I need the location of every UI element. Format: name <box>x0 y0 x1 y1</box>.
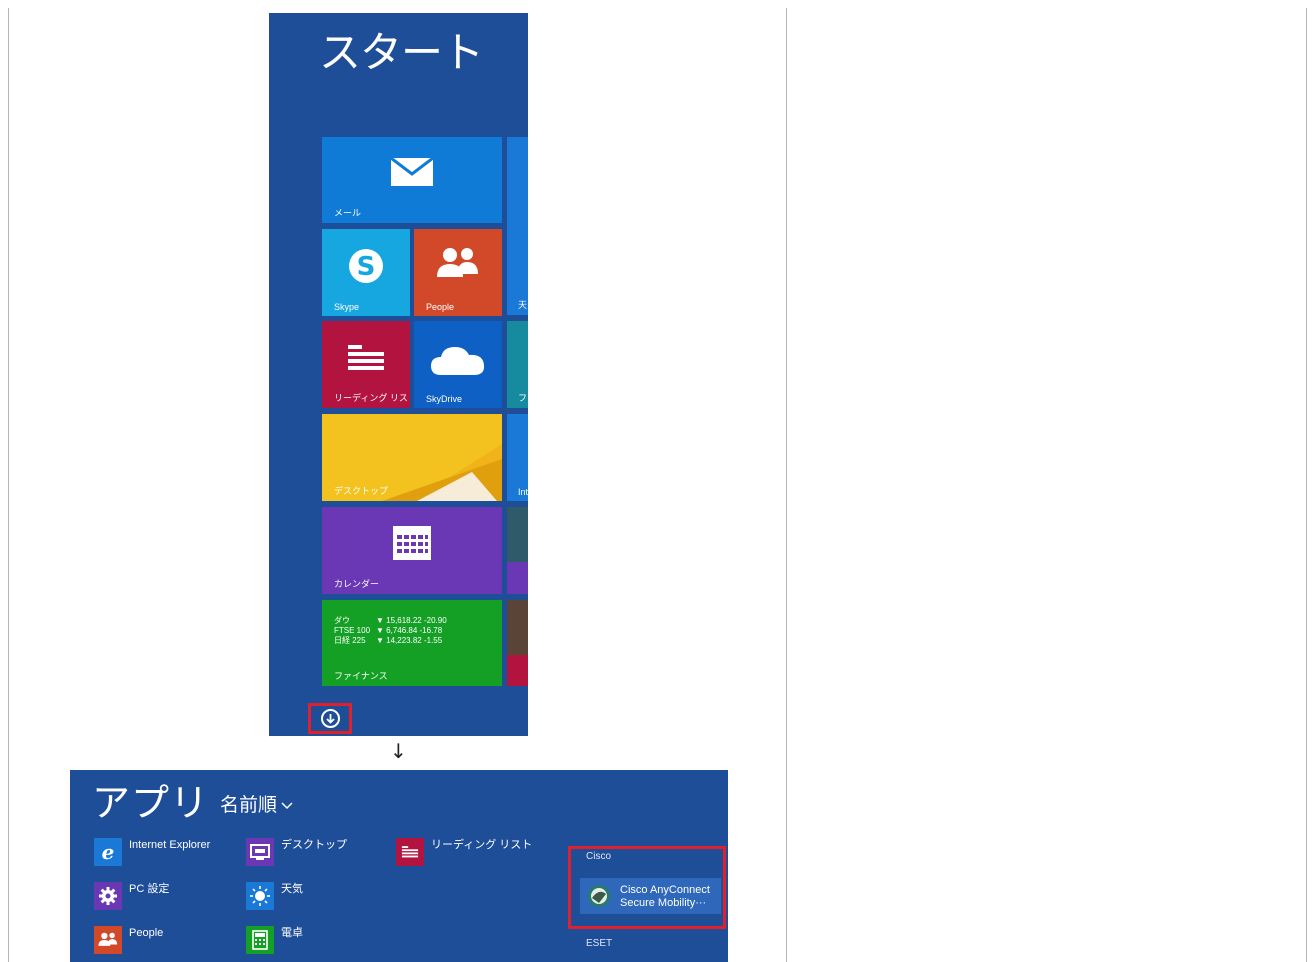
reading-list-icon <box>396 838 424 866</box>
svg-text:S: S <box>357 252 376 282</box>
sort-label: 名前順 <box>220 794 278 816</box>
finance-row-value: ▼ 14,223.82 -1.55 <box>376 636 443 645</box>
tile-desktop[interactable]: デスクトップ <box>322 414 502 501</box>
column-divider-left <box>8 8 9 962</box>
gear-icon <box>94 882 122 910</box>
tile-calendar[interactable]: カレンダー <box>322 507 502 594</box>
app-internet-explorer[interactable]: e Internet Explorer <box>94 838 210 866</box>
tile-people-label: People <box>426 302 455 312</box>
finance-row-value: ▼ 6,746.84 -16.78 <box>376 626 443 635</box>
app-name: リーディング リスト <box>431 839 533 851</box>
cloud-icon <box>414 343 502 377</box>
desktop-icon <box>246 838 274 866</box>
tile-partial-news[interactable] <box>507 600 528 686</box>
tile-mail[interactable]: メール <box>322 137 502 223</box>
transition-arrow: ↓ <box>390 739 407 763</box>
finance-row: ダウ ▼ 15,618.22 -20.90 <box>334 616 447 626</box>
tile-reading-list[interactable]: リーディング リスト <box>322 321 410 408</box>
start-title: スタート <box>319 28 484 77</box>
chevron-down-icon <box>281 793 293 815</box>
tile-partial-photo[interactable] <box>507 507 528 594</box>
finance-row: 日経 225 ▼ 14,223.82 -1.55 <box>334 636 447 646</box>
column-divider-middle <box>786 8 787 962</box>
finance-row-name: FTSE 100 <box>334 626 371 635</box>
app-pc-settings[interactable]: PC 設定 <box>94 882 169 910</box>
group-header-eset: ESET <box>586 938 613 949</box>
ie-icon: e <box>94 838 122 866</box>
app-weather[interactable]: 天気 <box>246 882 303 910</box>
tile-partial-label: 天 <box>518 300 528 310</box>
app-reading-list[interactable]: リーディング リスト <box>396 838 532 866</box>
calendar-icon <box>322 523 502 561</box>
tile-skydrive-label: SkyDrive <box>426 394 463 404</box>
app-people[interactable]: People <box>94 926 163 954</box>
tile-reading-list-label: リーディング リスト <box>334 393 410 403</box>
tile-partial-label: フ <box>518 393 528 403</box>
column-divider-right <box>1306 8 1307 962</box>
tile-desktop-label: デスクトップ <box>334 486 389 496</box>
skype-icon: S <box>322 247 410 285</box>
people-icon <box>94 926 122 954</box>
app-name: 電卓 <box>281 927 303 939</box>
finance-row-name: 日経 225 <box>334 636 366 645</box>
app-name: デスクトップ <box>281 839 347 851</box>
tile-skype[interactable]: S Skype <box>322 229 410 316</box>
finance-row: FTSE 100 ▼ 6,746.84 -16.78 <box>334 626 447 636</box>
app-calculator[interactable]: 電卓 <box>246 926 303 954</box>
apps-title: アプリ <box>92 781 210 825</box>
tile-skydrive[interactable]: SkyDrive <box>414 321 502 408</box>
finance-quotes: ダウ ▼ 15,618.22 -20.90 FTSE 100 ▼ 6,746.84 … <box>334 616 447 646</box>
cisco-highlight-box <box>568 846 726 929</box>
tile-partial-teal[interactable]: フ <box>507 321 528 408</box>
calculator-icon <box>246 926 274 954</box>
start-screen: スタート メール S Skype People リーディング リスト SkyDr… <box>269 13 528 736</box>
news-strip <box>507 655 528 686</box>
tile-people[interactable]: People <box>414 229 502 316</box>
apps-screen: アプリ 名前順 e Internet Explorer PC 設定 People… <box>70 770 728 962</box>
tile-finance[interactable]: ダウ ▼ 15,618.22 -20.90 FTSE 100 ▼ 6,746.84 … <box>322 600 502 686</box>
app-desktop[interactable]: デスクトップ <box>246 838 347 866</box>
reading-list-icon <box>322 343 410 373</box>
tile-partial-label: Int <box>518 487 528 497</box>
app-name: PC 設定 <box>129 883 170 895</box>
tile-calendar-label: カレンダー <box>334 579 380 589</box>
down-arrow-circle-icon <box>320 709 340 728</box>
tile-mail-label: メール <box>334 208 362 218</box>
tile-partial-ie[interactable]: Int <box>507 414 528 501</box>
tile-skype-label: Skype <box>334 302 360 312</box>
photo-strip <box>507 562 528 594</box>
finance-row-value: ▼ 15,618.22 -20.90 <box>376 616 447 625</box>
app-name: Internet Explorer <box>129 839 211 851</box>
tile-partial-blue[interactable]: 天 <box>507 137 528 315</box>
finance-row-name: ダウ <box>334 616 350 625</box>
app-name: People <box>129 927 164 939</box>
people-icon <box>414 247 502 281</box>
tile-finance-label: ファイナンス <box>334 671 388 681</box>
app-name: 天気 <box>281 883 303 895</box>
svg-text:e: e <box>102 842 115 862</box>
all-apps-button[interactable] <box>308 703 352 734</box>
sun-icon <box>246 882 274 910</box>
photo-area <box>507 507 528 562</box>
sort-dropdown[interactable]: 名前順 <box>220 790 293 817</box>
mail-icon <box>322 157 502 187</box>
